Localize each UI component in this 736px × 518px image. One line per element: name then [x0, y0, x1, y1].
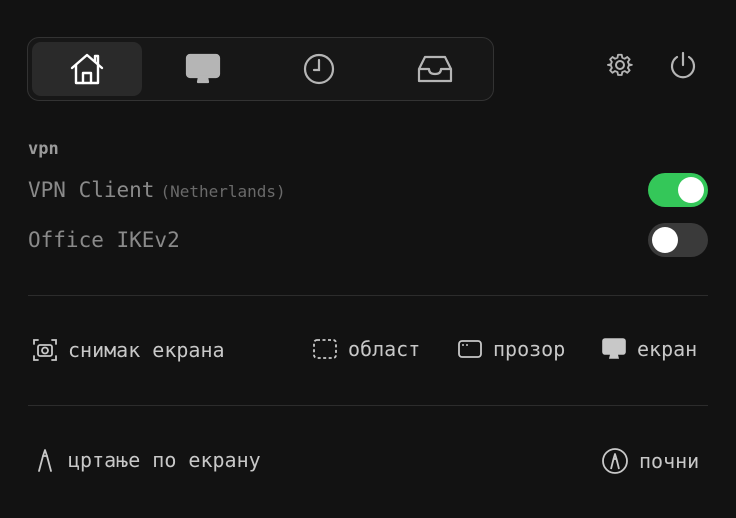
capture-area-button[interactable]: област: [312, 337, 420, 361]
vpn-item-country: (Netherlands): [160, 182, 286, 201]
vpn-toggle[interactable]: [648, 173, 708, 207]
vpn-item: VPN Client (Netherlands): [28, 172, 708, 208]
capture-window-button[interactable]: прозор: [457, 337, 565, 361]
vpn-item-text: Office IKEv2: [28, 228, 186, 252]
divider: [28, 295, 708, 296]
gear-icon: [607, 52, 633, 82]
pen-icon: [32, 447, 58, 473]
vpn-item-name: VPN Client: [28, 178, 155, 202]
tab-bar: [27, 37, 494, 101]
clock-icon: [303, 53, 335, 85]
toggle-knob: [652, 227, 678, 253]
window-icon: [457, 338, 483, 360]
settings-button[interactable]: [605, 52, 635, 82]
start-drawing-label: почни: [639, 449, 700, 473]
tab-inbox[interactable]: [380, 42, 490, 96]
capture-screen-label: екран: [637, 337, 698, 361]
tab-history[interactable]: [264, 42, 374, 96]
tab-monitor[interactable]: [148, 42, 258, 96]
capture-window-label: прозор: [493, 337, 566, 361]
camera-icon: [32, 337, 58, 363]
vpn-toggle[interactable]: [648, 223, 708, 257]
divider: [28, 405, 708, 406]
draw-row-label: цртање по екрану: [32, 447, 261, 473]
screenshot-label: снимак екрана: [68, 338, 225, 362]
monitor-icon: [601, 337, 627, 361]
pen-circle-icon: [601, 447, 629, 475]
screenshot-row-label: снимак екрана: [32, 337, 225, 363]
start-drawing-button[interactable]: почни: [601, 447, 699, 475]
tab-home[interactable]: [32, 42, 142, 96]
capture-screen-button[interactable]: екран: [601, 337, 697, 361]
home-icon: [69, 52, 105, 86]
power-icon: [669, 51, 697, 83]
vpn-item-text: VPN Client (Netherlands): [28, 178, 286, 202]
selection-area-icon: [312, 338, 338, 360]
inbox-icon: [417, 54, 453, 84]
power-button[interactable]: [668, 51, 698, 83]
monitor-icon: [185, 53, 221, 85]
toggle-knob: [678, 177, 704, 203]
vpn-item-name: Office IKEv2: [28, 228, 180, 252]
vpn-item: Office IKEv2: [28, 222, 708, 258]
draw-label: цртање по екрану: [68, 448, 261, 472]
capture-area-label: област: [348, 337, 421, 361]
vpn-section-label: vpn: [28, 139, 59, 159]
